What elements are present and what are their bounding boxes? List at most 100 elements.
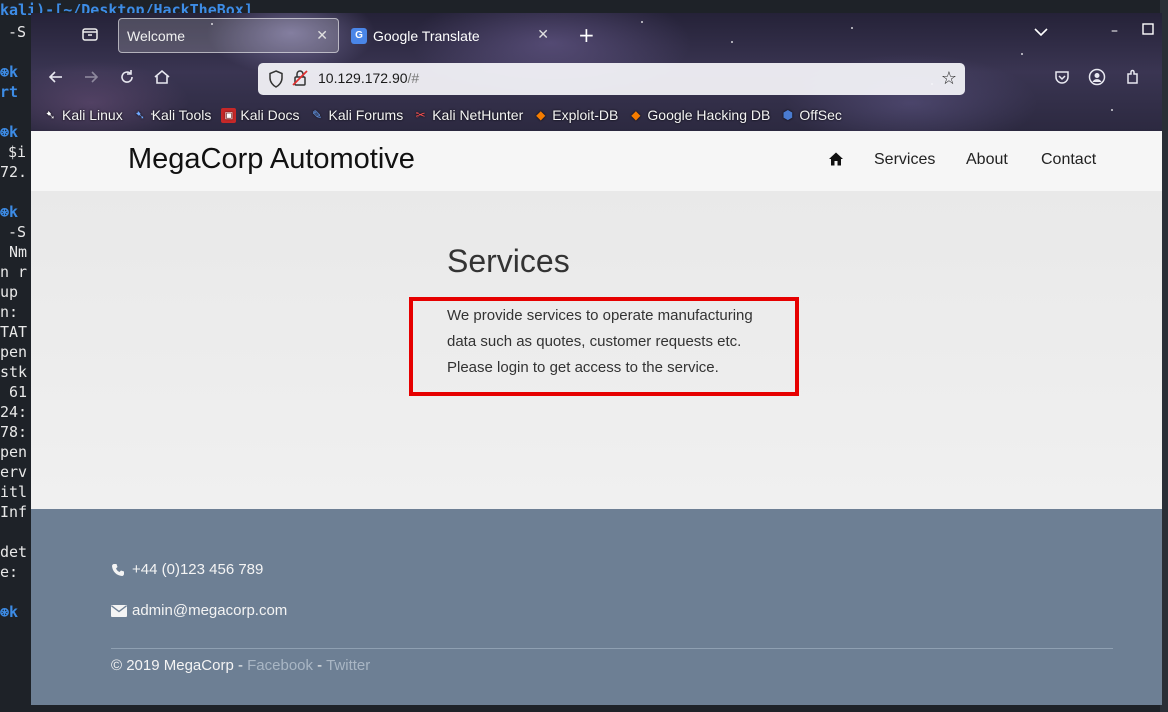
bookmark-star-icon[interactable]: ☆ [941, 68, 957, 89]
terminal-line: itl [0, 483, 28, 501]
minimize-button[interactable]: – [1111, 23, 1118, 39]
red-highlight-box [409, 297, 799, 396]
nav-about[interactable]: About [966, 151, 1008, 169]
twitter-link[interactable]: Twitter [326, 657, 370, 674]
pocket-icon[interactable] [1053, 68, 1071, 90]
forward-icon[interactable] [82, 68, 100, 91]
navigation-toolbar: 10.129.172.90/# ☆ [31, 60, 1162, 98]
terminal-line: up [0, 283, 19, 301]
ghdb-icon: ◆ [631, 108, 641, 122]
terminal-line: n: [0, 303, 19, 321]
nav-services[interactable]: Services [874, 151, 935, 169]
chevron-down-icon[interactable] [1034, 25, 1048, 41]
bookmark-label: Kali Linux [62, 107, 123, 123]
facebook-link[interactable]: Facebook [247, 657, 313, 674]
tab-list-icon[interactable] [81, 25, 99, 43]
phone-number: +44 (0)123 456 789 [132, 561, 264, 578]
reload-icon[interactable] [118, 68, 136, 91]
terminal-line: pen [0, 343, 28, 361]
footer-divider [111, 648, 1113, 649]
insecure-lock-icon[interactable] [292, 69, 308, 91]
account-icon[interactable] [1088, 68, 1106, 90]
tab-welcome[interactable]: Welcome ✕ [118, 18, 339, 53]
link-separator: - [313, 657, 327, 674]
terminal-line: rt [0, 83, 19, 101]
terminal-line: -S [8, 23, 27, 41]
bookmark-kali-nethunter[interactable]: ✂ Kali NetHunter [413, 107, 524, 123]
home-icon[interactable] [828, 151, 844, 167]
browser-window: Welcome ✕ G Google Translate ✕ + – 10.12… [31, 13, 1162, 705]
bookmark-exploit-db[interactable]: ◆ Exploit-DB [533, 107, 618, 123]
tab-google-translate[interactable]: G Google Translate ✕ [345, 18, 559, 53]
offsec-icon: ⬢ [782, 108, 794, 122]
maximize-button[interactable] [1142, 23, 1154, 39]
bookmark-kali-linux[interactable]: ➷ Kali Linux [43, 107, 123, 123]
terminal-line: 78: [0, 423, 28, 441]
tracking-shield-icon[interactable] [268, 70, 284, 92]
terminal-line: e: [0, 563, 19, 581]
terminal-line: -S [8, 223, 27, 241]
new-tab-button[interactable]: + [578, 23, 595, 47]
address-bar[interactable]: 10.129.172.90/# ☆ [258, 63, 965, 95]
home-button-icon[interactable] [153, 68, 171, 91]
terminal-line: Nm [0, 243, 28, 261]
bookmark-kali-docs[interactable]: ▣ Kali Docs [221, 107, 300, 123]
bookmark-label: OffSec [799, 107, 842, 123]
services-heading: Services [447, 243, 570, 279]
nethunter-icon: ✂ [415, 108, 426, 122]
bookmark-label: Google Hacking DB [647, 107, 771, 123]
terminal-line: erv [0, 463, 28, 481]
terminal-line: $i [8, 143, 27, 161]
services-section: Services We provide services to operate … [31, 191, 1162, 509]
terminal-line: det [0, 543, 28, 561]
footer-phone: +44 (0)123 456 789 [111, 561, 263, 578]
tab-title: Welcome [127, 27, 186, 44]
terminal-line: Inf [0, 503, 28, 521]
web-page: MegaCorp Automotive Services About Conta… [31, 131, 1162, 705]
envelope-icon [111, 604, 127, 618]
browser-chrome: Welcome ✕ G Google Translate ✕ + – 10.12… [31, 13, 1162, 131]
nav-contact[interactable]: Contact [1041, 151, 1096, 169]
bookmark-label: Kali Forums [328, 107, 404, 123]
tab-title: Google Translate [373, 27, 480, 44]
email-address[interactable]: admin@megacorp.com [132, 602, 287, 619]
extensions-icon[interactable] [1124, 68, 1142, 90]
bookmark-label: Kali NetHunter [432, 107, 524, 123]
back-icon[interactable] [47, 68, 65, 91]
footer-email: admin@megacorp.com [111, 602, 287, 619]
exploit-db-icon: ◆ [536, 108, 546, 122]
kali-docs-icon: ▣ [221, 107, 237, 123]
url-text[interactable]: 10.129.172.90/# [318, 70, 419, 86]
bookmark-label: Kali Tools [151, 107, 212, 123]
tab-bar: Welcome ✕ G Google Translate ✕ + – [31, 13, 1162, 57]
site-brand[interactable]: MegaCorp Automotive [128, 143, 415, 176]
kali-tools-icon: ➷ [135, 108, 146, 122]
terminal-line: n r [0, 263, 28, 281]
bookmark-label: Exploit-DB [552, 107, 619, 123]
terminal-line: ⊛k [0, 203, 19, 221]
close-icon[interactable]: ✕ [316, 27, 328, 44]
bookmark-label: Kali Docs [240, 107, 300, 123]
terminal-line: pen [0, 443, 28, 461]
bookmark-offsec[interactable]: ⬢ OffSec [780, 107, 842, 123]
site-header: MegaCorp Automotive Services About Conta… [31, 131, 1162, 191]
terminal-line: ⊛k [0, 603, 19, 621]
terminal-line: 24: [0, 403, 28, 421]
copyright-text: © 2019 MegaCorp - [111, 657, 248, 674]
terminal-line: 72. [0, 163, 28, 181]
kali-forums-icon: ✎ [311, 108, 323, 122]
footer-copyright: © 2019 MegaCorp - Facebook - Twitter [111, 657, 370, 674]
terminal-line: stk [0, 363, 28, 381]
phone-icon [111, 563, 127, 577]
terminal-line: ⊛k [0, 123, 19, 141]
site-footer: +44 (0)123 456 789 admin@megacorp.com © … [31, 509, 1162, 705]
google-translate-icon: G [351, 27, 367, 44]
bookmark-google-hacking-db[interactable]: ◆ Google Hacking DB [628, 107, 770, 123]
close-icon[interactable]: ✕ [537, 26, 549, 43]
terminal-line: TAT [0, 323, 28, 341]
bookmark-kali-tools[interactable]: ➷ Kali Tools [133, 107, 212, 123]
bookmark-kali-forums[interactable]: ✎ Kali Forums [310, 107, 404, 123]
bookmarks-toolbar: ➷ Kali Linux ➷ Kali Tools ▣ Kali Docs ✎ Kali… [31, 101, 1162, 129]
kali-dragon-icon: ➷ [45, 108, 56, 122]
terminal-line: 61 [0, 383, 28, 401]
